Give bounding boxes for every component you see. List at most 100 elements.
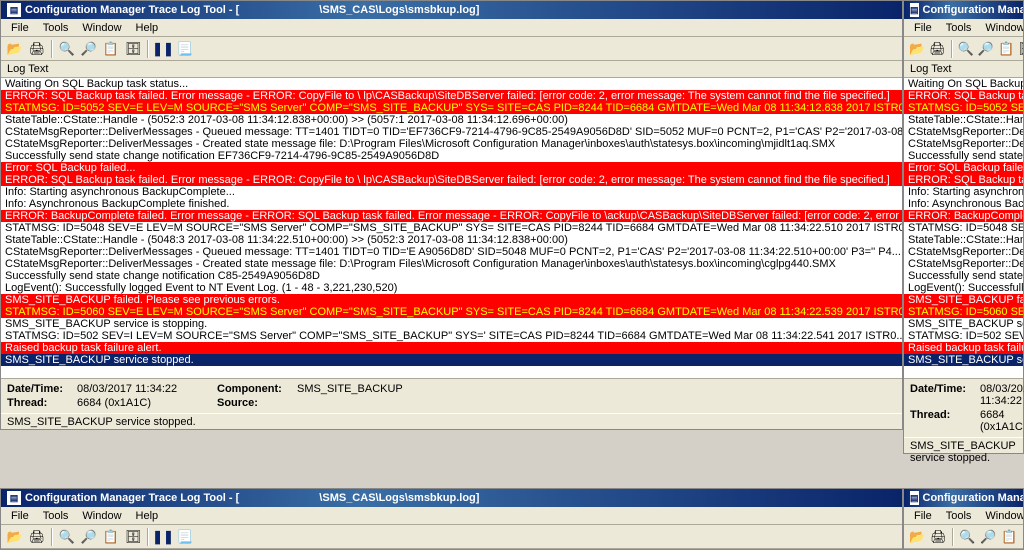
log-line[interactable]: SMS_SITE_BACKUP service is <box>904 318 1023 330</box>
log-column-header[interactable]: Log Text <box>904 61 1023 78</box>
log-line[interactable]: CStateMsgReporter::DeliverM <box>904 258 1023 270</box>
log-line[interactable]: Waiting On SQL Backup task status... <box>1 78 902 90</box>
pause-icon[interactable]: ❚❚ <box>153 39 173 59</box>
log-line[interactable]: LogEvent(): Successfully logged Event to… <box>1 282 902 294</box>
findnext-icon[interactable]: 🔎 <box>79 527 99 547</box>
copy-icon[interactable]: 📋 <box>997 39 1015 59</box>
log-line[interactable]: STATMSG: ID=5048 SEV=E LEV=M SOURCE="SMS… <box>1 222 902 234</box>
log-line[interactable]: Info: Starting asynchronous B <box>904 186 1023 198</box>
fourth-window: ▤ Configuration Manager File Tools Windo… <box>903 488 1024 550</box>
log-line[interactable]: Successfully send state chan <box>904 150 1023 162</box>
log-line[interactable]: CStateMsgReporter::DeliverM <box>904 138 1023 150</box>
datetime-label: Date/Time: <box>7 383 77 395</box>
log-pane[interactable]: Waiting On SQL Backup task sERROR: SQL B… <box>904 78 1023 378</box>
options-icon[interactable]: 🗄 <box>123 39 143 59</box>
menu-file[interactable]: File <box>5 21 35 35</box>
log-line[interactable]: Error: SQL Backup failed... <box>904 162 1023 174</box>
copy-icon[interactable]: 📋 <box>1000 527 1019 547</box>
findnext-icon[interactable]: 🔎 <box>79 39 99 59</box>
log-column-header[interactable]: Log Text <box>1 61 902 78</box>
info-icon[interactable]: 📃 <box>175 527 195 547</box>
menu-window[interactable]: Window <box>76 21 127 35</box>
menu-tools[interactable]: Tools <box>940 21 978 35</box>
menu-window[interactable]: Window <box>979 21 1023 35</box>
log-line[interactable]: ERROR: SQL Backup task fail <box>904 174 1023 186</box>
copy-icon[interactable]: 📋 <box>101 527 121 547</box>
find-icon[interactable]: 🔍 <box>57 39 77 59</box>
log-line[interactable]: StateTable::CState::Handle - <box>904 114 1023 126</box>
log-line[interactable]: STATMSG: ID=5052 SEV=E LEV=M SOURCE="SMS… <box>1 102 902 114</box>
log-line[interactable]: ERROR: SQL Backup task failed. Error mes… <box>1 174 902 186</box>
log-line[interactable]: Raised backup task failure alert. <box>1 342 902 354</box>
menu-window[interactable]: Window <box>979 509 1023 523</box>
menu-file[interactable]: File <box>908 509 938 523</box>
log-line[interactable]: Info: Asynchronous BackupComplete finish… <box>1 198 902 210</box>
log-line[interactable]: Successfully send state change notificat… <box>1 150 902 162</box>
log-line[interactable]: StateTable::CState::Handle - (5052:3 201… <box>1 114 902 126</box>
log-line[interactable]: STATMSG: ID=5048 SEV=E L <box>904 222 1023 234</box>
log-line[interactable]: Waiting On SQL Backup task s <box>904 78 1023 90</box>
log-line[interactable]: SMS_SITE_BACKUP failed. Please see previ… <box>1 294 902 306</box>
log-line[interactable]: STATMSG: ID=502 SEV=I LEV=M SOURCE="SMS … <box>1 330 902 342</box>
find-icon[interactable]: 🔍 <box>958 527 977 547</box>
menu-help[interactable]: Help <box>130 509 165 523</box>
print-icon[interactable]: 🖨 <box>27 39 47 59</box>
log-line[interactable]: STATMSG: ID=5052 SEV=E L <box>904 102 1023 114</box>
open-icon[interactable]: 📂 <box>908 39 926 59</box>
log-line[interactable]: STATMSG: ID=502 SEV=I LEV <box>904 330 1023 342</box>
info-icon[interactable]: 📃 <box>175 39 195 59</box>
log-line[interactable]: STATMSG: ID=5060 SEV=E LEV=M SOURCE="SMS… <box>1 306 902 318</box>
log-line[interactable]: CStateMsgReporter::DeliverMessages - Cre… <box>1 258 902 270</box>
log-line[interactable]: StateTable::CState::Handle - <box>904 234 1023 246</box>
log-line[interactable]: ERROR: SQL Backup task failed. Error mes… <box>1 90 902 102</box>
copy-icon[interactable]: 📋 <box>101 39 121 59</box>
log-line[interactable]: Successfully send state change notificat… <box>1 270 902 282</box>
log-line[interactable]: SMS_SITE_BACKUP service st <box>904 354 1023 366</box>
log-line[interactable]: Successfully send state chan <box>904 270 1023 282</box>
findnext-icon[interactable]: 🔎 <box>977 39 995 59</box>
log-line[interactable]: STATMSG: ID=5060 SEV=E L <box>904 306 1023 318</box>
log-line[interactable]: LogEvent(): Successfully logg <box>904 282 1023 294</box>
log-line[interactable]: CStateMsgReporter::DeliverM <box>904 246 1023 258</box>
log-line[interactable]: Info: Starting asynchronous BackupComple… <box>1 186 902 198</box>
log-line[interactable]: SMS_SITE_BACKUP service is stopping. <box>1 318 902 330</box>
title-bar[interactable]: ▤ Configuration Manager <box>904 489 1023 507</box>
open-icon[interactable]: 📂 <box>5 39 25 59</box>
menu-file[interactable]: File <box>908 21 938 35</box>
log-line[interactable]: CStateMsgReporter::DeliverMessages - Que… <box>1 126 902 138</box>
menu-tools[interactable]: Tools <box>940 509 978 523</box>
findnext-icon[interactable]: 🔎 <box>979 527 998 547</box>
log-line[interactable]: Info: Asynchronous BackupCo <box>904 198 1023 210</box>
log-line[interactable]: ERROR: BackupComplete fail <box>904 210 1023 222</box>
log-line[interactable]: SMS_SITE_BACKUP failed. Pl <box>904 294 1023 306</box>
menu-file[interactable]: File <box>5 509 35 523</box>
log-line[interactable]: StateTable::CState::Handle - (5048:3 201… <box>1 234 902 246</box>
log-line[interactable]: ERROR: SQL Backup task fail <box>904 90 1023 102</box>
log-line[interactable]: CStateMsgReporter::DeliverMessages - Cre… <box>1 138 902 150</box>
log-line[interactable]: SMS_SITE_BACKUP service stopped. <box>1 354 902 366</box>
print-icon[interactable]: 🖨 <box>928 39 947 59</box>
menu-help[interactable]: Help <box>130 21 165 35</box>
options-icon[interactable]: 🗄 <box>1017 39 1023 59</box>
options-icon[interactable]: 🗄 <box>123 527 143 547</box>
title-bar[interactable]: ▤ Configuration Manager Trace Log Tool -… <box>1 1 902 19</box>
log-line[interactable]: Raised backup task failure al <box>904 342 1023 354</box>
find-icon[interactable]: 🔍 <box>57 527 77 547</box>
log-line[interactable]: CStateMsgReporter::DeliverM <box>904 126 1023 138</box>
print-icon[interactable]: 🖨 <box>27 527 47 547</box>
title-bar[interactable]: ▤ Configuration Manager <box>904 1 1023 19</box>
print-icon[interactable]: 🖨 <box>929 527 948 547</box>
title-bar[interactable]: ▤ Configuration Manager Trace Log Tool -… <box>1 489 902 507</box>
pause-icon[interactable]: ❚❚ <box>153 527 173 547</box>
find-icon[interactable]: 🔍 <box>957 39 975 59</box>
menu-window[interactable]: Window <box>76 509 127 523</box>
open-icon[interactable]: 📂 <box>908 527 927 547</box>
menu-tools[interactable]: Tools <box>37 509 75 523</box>
main-window: ▤ Configuration Manager Trace Log Tool -… <box>0 0 903 430</box>
open-icon[interactable]: 📂 <box>5 527 25 547</box>
log-pane[interactable]: Waiting On SQL Backup task status...ERRO… <box>1 78 902 378</box>
log-line[interactable]: ERROR: BackupComplete failed. Error mess… <box>1 210 902 222</box>
log-line[interactable]: CStateMsgReporter::DeliverMessages - Que… <box>1 246 902 258</box>
log-line[interactable]: Error: SQL Backup failed... <box>1 162 902 174</box>
menu-tools[interactable]: Tools <box>37 21 75 35</box>
